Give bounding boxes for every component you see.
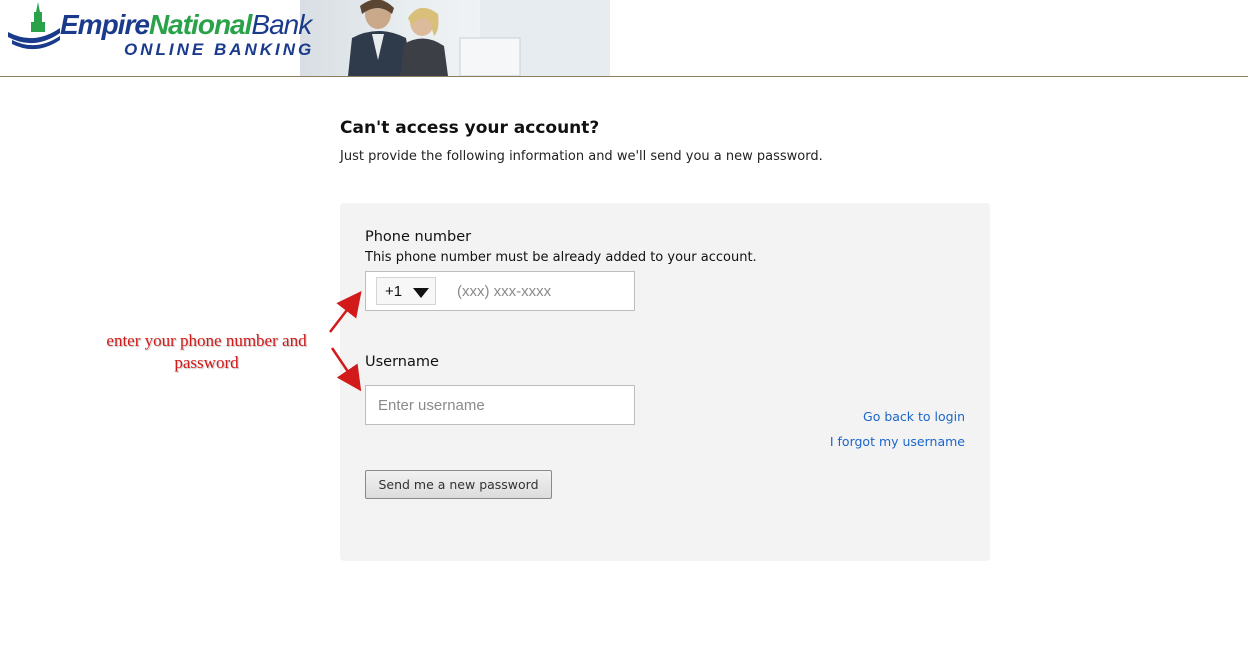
annotation-text: enter your phone number and password bbox=[106, 331, 307, 372]
phone-label: Phone number bbox=[365, 229, 472, 245]
brand-empire: Empire bbox=[60, 9, 150, 40]
password-reset-form: Phone number This phone number must be a… bbox=[340, 203, 990, 561]
send-new-password-button[interactable]: Send me a new password bbox=[365, 470, 552, 499]
chevron-down-icon bbox=[413, 288, 429, 298]
phone-input[interactable] bbox=[455, 272, 630, 310]
brand-bank: Bank bbox=[251, 9, 312, 40]
username-field bbox=[365, 385, 635, 425]
brand-name: EmpireNationalBank bbox=[60, 9, 312, 40]
site-header: EmpireNationalBank ONLINE BANKING bbox=[0, 0, 1248, 77]
go-back-to-login-link[interactable]: Go back to login bbox=[863, 409, 965, 424]
country-code-select[interactable]: +1 bbox=[376, 277, 436, 305]
phone-field: +1 bbox=[365, 271, 635, 311]
bank-building-wave-icon bbox=[8, 2, 60, 50]
username-label: Username bbox=[365, 354, 439, 370]
page-title: Can't access your account? bbox=[340, 118, 600, 138]
business-people-photo bbox=[348, 0, 610, 76]
forgot-username-link[interactable]: I forgot my username bbox=[830, 434, 965, 449]
phone-hint: This phone number must be already added … bbox=[365, 250, 757, 265]
country-code-value: +1 bbox=[385, 283, 403, 300]
brand-national: National bbox=[148, 9, 252, 40]
page-subtitle: Just provide the following information a… bbox=[340, 149, 823, 164]
username-input[interactable] bbox=[376, 386, 631, 424]
brand-subtitle: ONLINE BANKING bbox=[124, 40, 315, 59]
